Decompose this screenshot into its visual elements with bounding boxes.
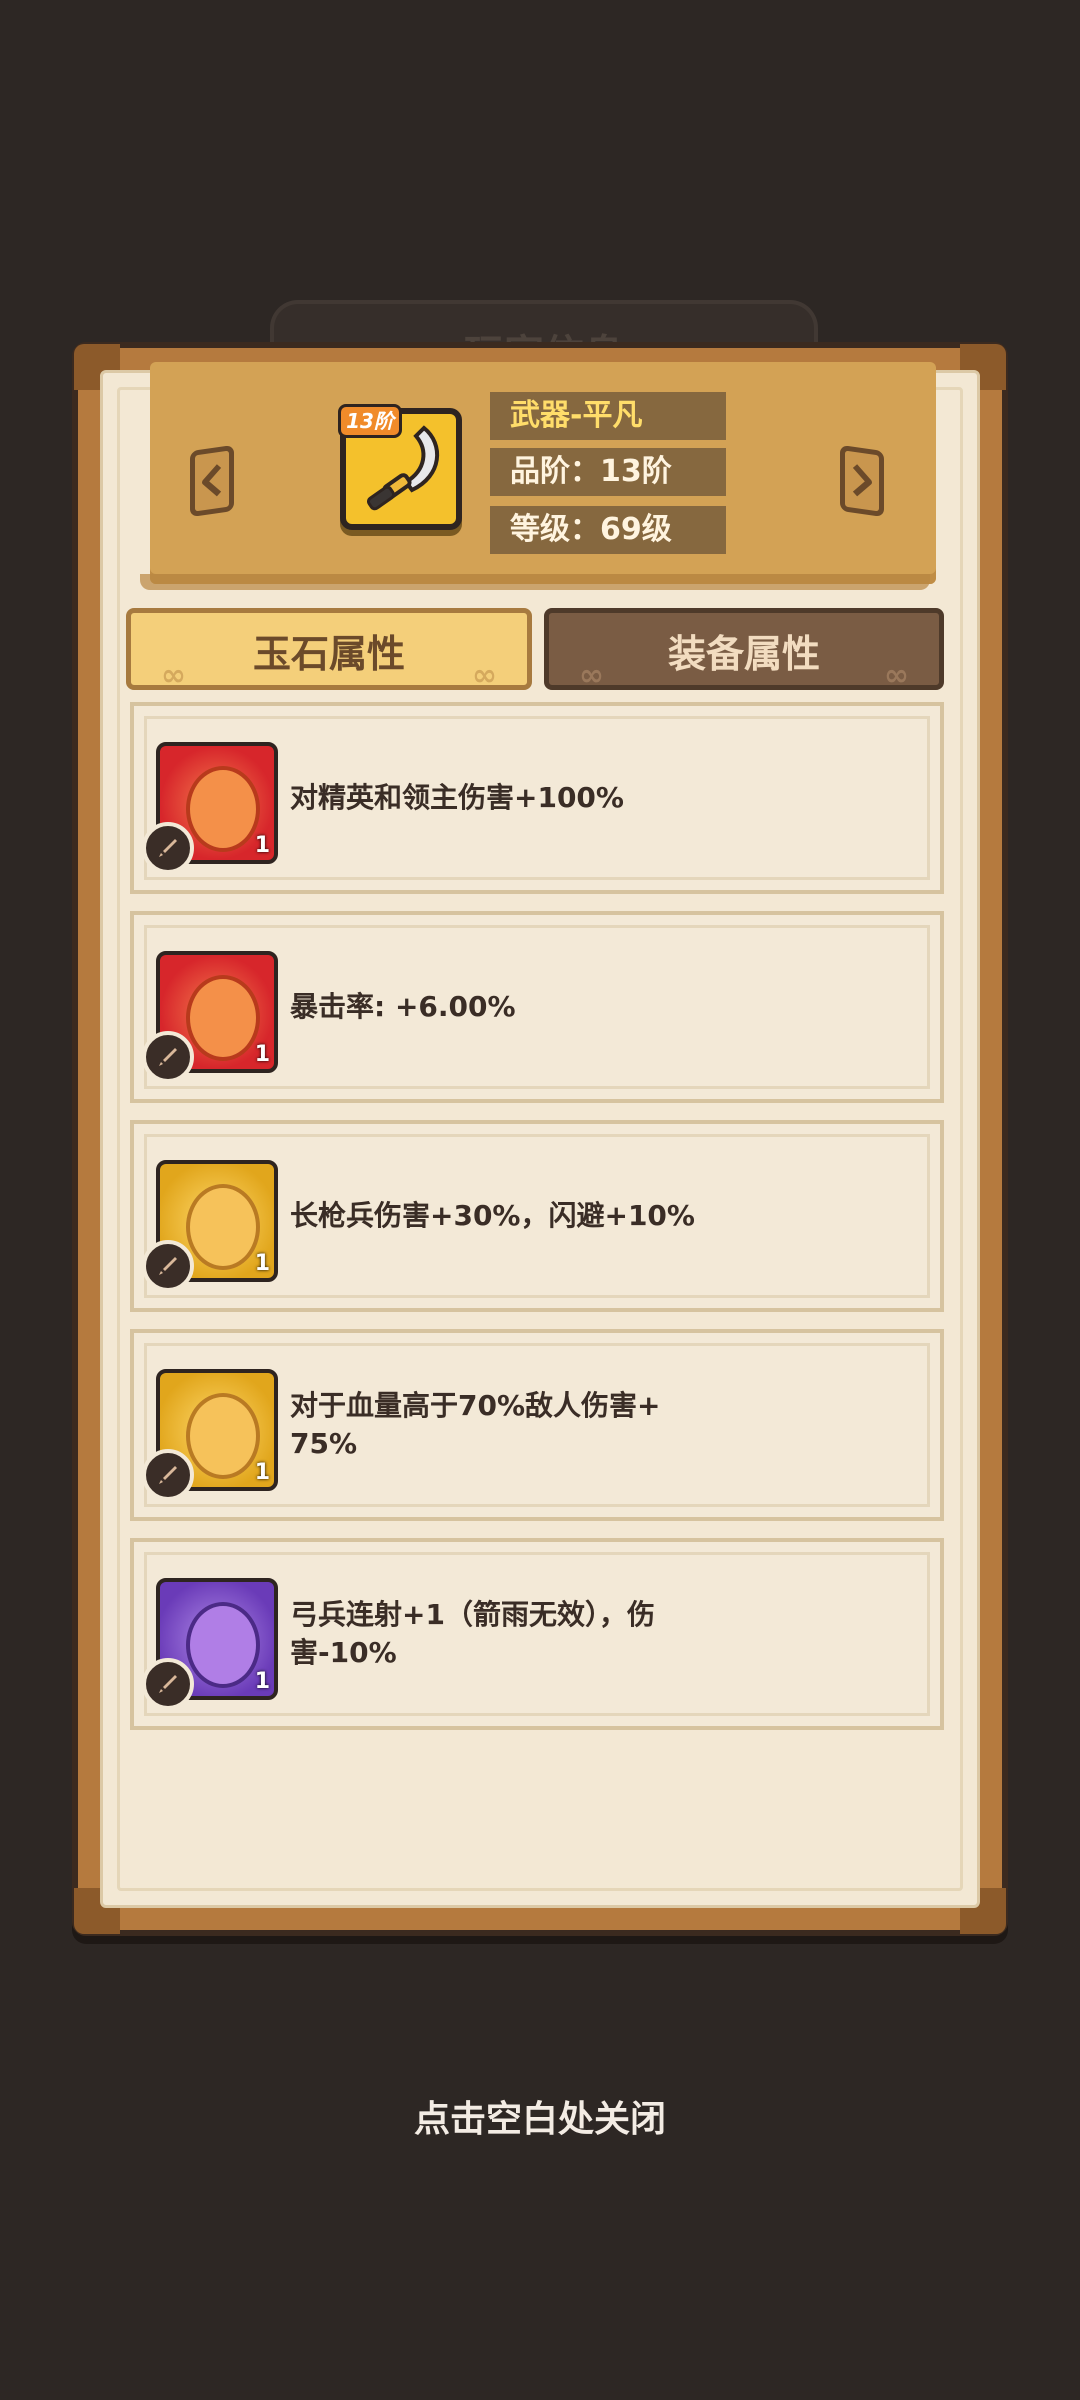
tab-label: 玉石属性 [252, 632, 405, 676]
gem-stone [186, 1184, 260, 1270]
chevron-right-icon [852, 464, 872, 497]
gem-stone [186, 1393, 260, 1479]
property-card: 1 对于血量高于70%敌人伤害+ 75% [130, 1329, 944, 1521]
property-text: 对于血量高于70%敌人伤害+ 75% [290, 1389, 661, 1460]
weapon-badge-icon [142, 1658, 194, 1710]
banner-shadow [140, 574, 930, 590]
tab-label: 装备属性 [667, 632, 820, 676]
gem-stone [186, 766, 260, 852]
property-text: 暴击率: +6.00% [290, 990, 516, 1023]
next-item-button[interactable] [840, 444, 884, 518]
tier-tag: 13阶 [338, 404, 402, 438]
gem-count: 1 [254, 833, 270, 858]
weapon-badge-icon [142, 1240, 194, 1292]
property-card: 1 弓兵连射+1（箭雨无效），伤害-10% [130, 1538, 944, 1730]
property-text: 弓兵连射+1（箭雨无效），伤害-10% [290, 1598, 655, 1669]
item-name: 武器-平凡 [490, 392, 726, 440]
item-level: 等级：69级 [490, 506, 726, 554]
sword-icon [159, 839, 177, 857]
property-card: 1 对精英和领主伤害+100% [130, 702, 944, 894]
gem-stone [186, 975, 260, 1061]
sword-icon [159, 1675, 177, 1693]
gem-count: 1 [254, 1251, 270, 1276]
sword-icon [159, 1257, 177, 1275]
gem-count: 1 [254, 1042, 270, 1067]
close-hint[interactable]: 点击空白处关闭 [0, 2090, 1080, 2142]
weapon-badge-icon [142, 1449, 194, 1501]
chevron-left-icon [202, 464, 222, 497]
property-card: 1 长枪兵伤害+30%，闪避+10% [130, 1120, 944, 1312]
weapon-badge-icon [142, 1031, 194, 1083]
tab-equipment-attributes[interactable]: ∞ 装备属性 ∞ [544, 608, 944, 693]
tab-jade-attributes[interactable]: ∞ 玉石属性 ∞ [126, 608, 532, 693]
property-text: 对精英和领主伤害+100% [290, 781, 624, 814]
item-quality: 品阶：13阶 [490, 448, 726, 496]
weapon-badge-icon [142, 822, 194, 874]
sword-icon [159, 1466, 177, 1484]
gem-stone [186, 1602, 260, 1688]
property-text: 长枪兵伤害+30%，闪避+10% [290, 1199, 695, 1232]
property-card: 1 暴击率: +6.00% [130, 911, 944, 1103]
gem-count: 1 [254, 1669, 270, 1694]
gem-count: 1 [254, 1460, 270, 1485]
sword-icon [159, 1048, 177, 1066]
previous-item-button[interactable] [190, 444, 234, 518]
